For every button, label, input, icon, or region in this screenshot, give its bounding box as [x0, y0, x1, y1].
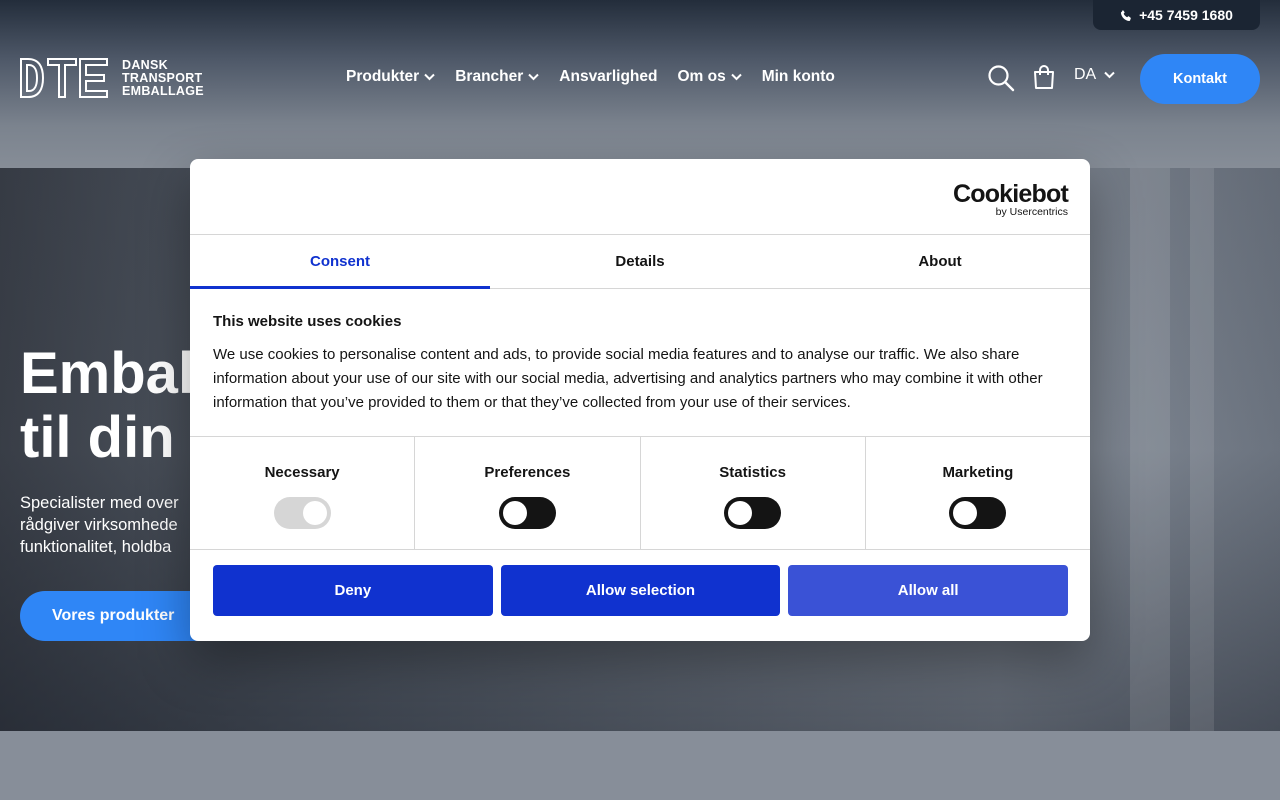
dialog-body: This website uses cookies We use cookies… — [190, 289, 1090, 437]
chevron-down-icon — [424, 73, 435, 81]
main-nav: Produkter Brancher Ansvarlighed Om os Mi… — [346, 66, 835, 88]
category-marketing: Marketing — [866, 437, 1090, 549]
statistics-toggle[interactable] — [724, 497, 782, 529]
search-icon[interactable] — [987, 64, 1015, 92]
logo-wordmark: DANSK TRANSPORT EMBALLAGE — [122, 57, 204, 98]
dte-logo-mark — [20, 58, 108, 98]
hero-light-stripe — [1190, 168, 1214, 731]
cookie-categories: Necessary Preferences Statistics Marketi… — [190, 437, 1090, 550]
chevron-down-icon — [1104, 71, 1115, 79]
tab-details[interactable]: Details — [490, 235, 790, 288]
phone-number: +45 7459 1680 — [1139, 7, 1233, 23]
phone-icon — [1121, 9, 1131, 21]
dialog-tabs: Consent Details About — [190, 235, 1090, 289]
cookie-consent-dialog: Cookiebot by Usercentrics Consent Detail… — [190, 159, 1090, 641]
hero-light-stripe — [1130, 168, 1170, 731]
preferences-toggle[interactable] — [498, 497, 556, 529]
necessary-toggle — [273, 497, 331, 529]
deny-button[interactable]: Deny — [213, 565, 493, 616]
nav-item-om-os[interactable]: Om os — [677, 66, 742, 88]
cookiebot-logo[interactable]: Cookiebot by Usercentrics — [953, 181, 1069, 218]
marketing-toggle[interactable] — [949, 497, 1007, 529]
site-logo[interactable]: DANSK TRANSPORT EMBALLAGE — [20, 58, 204, 98]
allow-selection-button[interactable]: Allow selection — [500, 565, 781, 616]
category-preferences: Preferences — [415, 437, 641, 549]
tab-about[interactable]: About — [790, 235, 1090, 288]
chevron-down-icon — [528, 73, 539, 81]
dialog-heading: This website uses cookies — [213, 313, 402, 330]
nav-item-ansvarlighed[interactable]: Ansvarlighed — [559, 66, 657, 88]
dialog-header: Cookiebot by Usercentrics — [190, 159, 1090, 235]
language-selector[interactable]: DA — [1074, 66, 1115, 84]
category-statistics: Statistics — [641, 437, 866, 549]
allow-all-button[interactable]: Allow all — [788, 565, 1069, 616]
dialog-actions: Deny Allow selection Allow all — [190, 550, 1090, 616]
dialog-text: We use cookies to personalise content an… — [213, 346, 1043, 411]
nav-item-produkter[interactable]: Produkter — [346, 66, 435, 88]
category-necessary: Necessary — [190, 437, 416, 549]
nav-item-brancher[interactable]: Brancher — [455, 66, 539, 88]
tab-consent[interactable]: Consent — [190, 235, 490, 289]
kontakt-button[interactable]: Kontakt — [1140, 54, 1260, 104]
phone-link[interactable]: +45 7459 1680 — [1093, 0, 1260, 30]
nav-item-min-konto[interactable]: Min konto — [762, 66, 835, 88]
section-below-hero — [0, 731, 1280, 800]
chevron-down-icon — [731, 73, 742, 81]
shopping-bag-icon[interactable] — [1032, 64, 1056, 90]
